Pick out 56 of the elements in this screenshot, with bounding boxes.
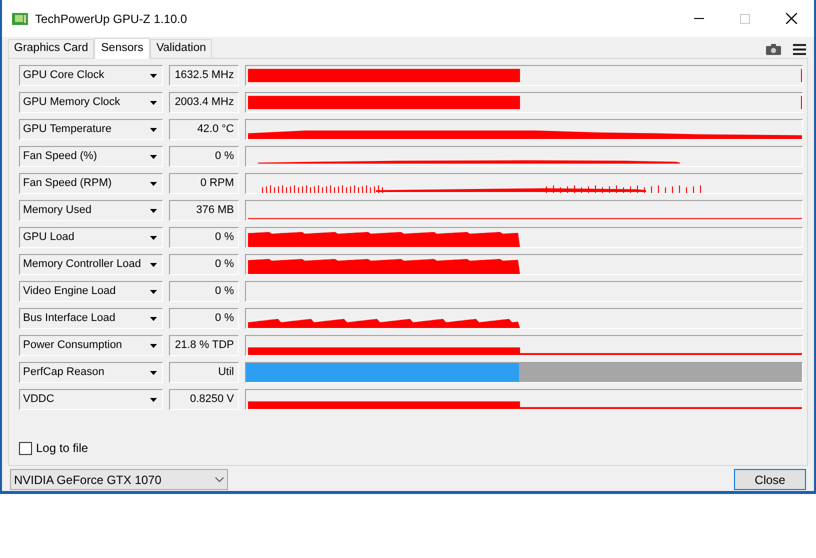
gpu-select[interactable]: NVIDIA GeForce GTX 1070 <box>10 469 228 490</box>
sensor-value: 42.0 °C <box>169 119 239 140</box>
maximize-icon <box>740 14 750 24</box>
sensor-value: 21.8 % TDP <box>169 335 239 356</box>
sensor-value: 0 % <box>169 281 239 302</box>
sensor-select[interactable]: GPU Load <box>19 227 163 248</box>
close-button[interactable]: Close <box>734 469 806 490</box>
sensor-value: 0 % <box>169 254 239 275</box>
sensor-value: 0 RPM <box>169 173 239 194</box>
sensor-select[interactable]: Memory Used <box>19 200 163 221</box>
sensor-value: 0 % <box>169 227 239 248</box>
sensor-select[interactable]: GPU Memory Clock <box>19 92 163 113</box>
caret-icon <box>150 208 157 212</box>
tab[interactable]: Sensors <box>94 38 150 59</box>
chevron-down-icon <box>215 477 224 482</box>
sensor-value: 0.8250 V <box>169 389 239 410</box>
caret-icon <box>150 100 157 104</box>
sensor-select[interactable]: Fan Speed (%) <box>19 146 163 167</box>
sensor-select[interactable]: Memory Controller Load <box>19 254 163 275</box>
sensor-value: 0 % <box>169 308 239 329</box>
sensor-select[interactable]: Fan Speed (RPM) <box>19 173 163 194</box>
sensor-select[interactable]: GPU Temperature <box>19 119 163 140</box>
caret-icon <box>150 262 157 266</box>
caret-icon <box>150 182 157 186</box>
menu-icon <box>793 44 806 55</box>
sensor-value: 376 MB <box>169 200 239 221</box>
tab[interactable]: Graphics Card <box>8 39 94 58</box>
minimize-icon <box>694 18 704 19</box>
caret-icon <box>150 154 157 158</box>
sensor-select[interactable]: Power Consumption <box>19 335 163 356</box>
camera-button[interactable] <box>766 44 781 55</box>
checkbox[interactable] <box>19 442 32 454</box>
caret-icon <box>150 128 157 132</box>
sensor-value: 0 % <box>169 146 239 167</box>
caret-icon <box>150 344 157 348</box>
caret-icon <box>150 74 157 78</box>
close-icon <box>786 13 796 24</box>
window-title: TechPowerUp GPU-Z 1.10.0 <box>35 10 188 28</box>
menu-button[interactable] <box>793 44 806 55</box>
sensor-value: 2003.4 MHz <box>169 92 239 113</box>
caret-icon <box>150 398 157 402</box>
sensor-select[interactable]: Bus Interface Load <box>19 308 163 329</box>
caret-icon <box>150 290 157 294</box>
sensor-select[interactable]: VDDC <box>19 389 163 410</box>
sensor-select[interactable]: GPU Core Clock <box>19 65 163 86</box>
sensor-select[interactable]: PerfCap Reason <box>19 362 163 383</box>
camera-icon <box>766 44 781 55</box>
caret-icon <box>150 370 157 374</box>
sensor-select[interactable]: Video Engine Load <box>19 281 163 302</box>
checkbox-label: Log to file <box>36 440 88 457</box>
tab[interactable]: Validation <box>150 39 212 58</box>
caret-icon <box>150 236 157 240</box>
app-icon <box>12 12 28 26</box>
caret-icon <box>150 316 157 320</box>
sensor-value: 1632.5 MHz <box>169 65 239 86</box>
sensor-value: Util <box>169 362 239 383</box>
